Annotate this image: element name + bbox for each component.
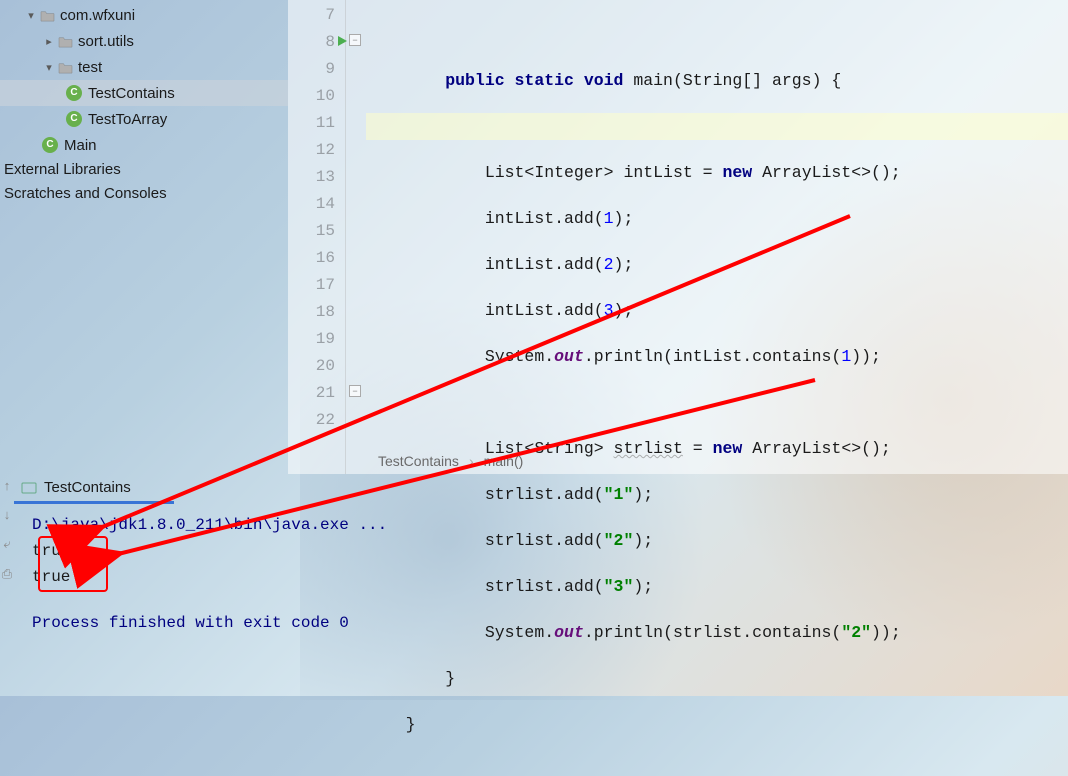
fold-icon[interactable]: − (349, 385, 361, 397)
expand-arrow-icon[interactable]: ▾ (24, 9, 38, 22)
wrap-icon[interactable]: ⤶ (3, 536, 10, 552)
tree-label: sort.utils (78, 33, 134, 50)
breadcrumb[interactable]: TestContains › main() (378, 448, 523, 474)
project-tree[interactable]: ▾ com.wfxuni ▸ sort.utils ▾ test TestCon… (0, 0, 288, 474)
tree-item[interactable]: ▸ sort.utils (0, 28, 288, 54)
console-spacer (32, 590, 1068, 610)
run-toolstrip[interactable]: ↑ ↓ ⤶ ⎙ (0, 478, 14, 582)
class-icon (42, 137, 58, 153)
tree-label: TestToArray (88, 111, 167, 128)
breadcrumb-item[interactable]: main() (484, 453, 524, 469)
tree-item-external[interactable]: External Libraries (0, 158, 288, 182)
console-line: true (32, 564, 1068, 590)
breadcrumb-item[interactable]: TestContains (378, 453, 459, 469)
tree-item[interactable]: ▾ com.wfxuni (0, 2, 288, 28)
tree-label: TestContains (88, 85, 175, 102)
folder-icon (56, 59, 74, 75)
code-editor[interactable]: 78910 11121314 15161718 19202122 − − pub… (288, 0, 1068, 474)
run-panel: ↑ ↓ ⤶ ⎙ TestContains D:\java\jdk1.8.0_21… (14, 474, 1068, 696)
folder-icon (38, 7, 56, 23)
tree-label: Main (64, 137, 97, 154)
class-icon (66, 111, 82, 127)
tree-item[interactable]: ▾ test (0, 54, 288, 80)
tree-item[interactable]: TestToArray (0, 106, 288, 132)
console-line: D:\java\jdk1.8.0_211\bin\java.exe ... (32, 512, 1068, 538)
expand-arrow-icon[interactable]: ▾ (42, 61, 56, 74)
tree-label: com.wfxuni (60, 7, 135, 24)
tree-item-scratches[interactable]: Scratches and Consoles (0, 182, 288, 206)
fold-icon[interactable]: − (349, 34, 361, 46)
chevron-right-icon: › (469, 453, 474, 469)
print-icon[interactable]: ⎙ (2, 566, 12, 582)
tree-item-selected[interactable]: TestContains (0, 80, 288, 106)
class-icon (66, 85, 82, 101)
console-output[interactable]: D:\java\jdk1.8.0_211\bin\java.exe ... tr… (14, 504, 1068, 636)
console-line: Process finished with exit code 0 (32, 610, 1068, 636)
tree-item[interactable]: Main (0, 132, 288, 158)
folder-icon (56, 33, 74, 49)
up-icon[interactable]: ↑ (4, 478, 11, 493)
line-gutter[interactable]: 78910 11121314 15161718 19202122 (288, 0, 346, 474)
tree-label: test (78, 59, 102, 76)
down-icon[interactable]: ↓ (4, 507, 11, 522)
run-tab[interactable]: TestContains (14, 474, 174, 504)
terminal-icon (20, 481, 38, 495)
code-area[interactable]: public static void main(String[] args) {… (366, 0, 1068, 474)
upper-pane: ▾ com.wfxuni ▸ sort.utils ▾ test TestCon… (0, 0, 1068, 474)
expand-arrow-icon[interactable]: ▸ (42, 35, 56, 48)
console-line: true (32, 538, 1068, 564)
fold-column[interactable]: − − (346, 0, 366, 474)
run-tab-label: TestContains (44, 479, 131, 496)
